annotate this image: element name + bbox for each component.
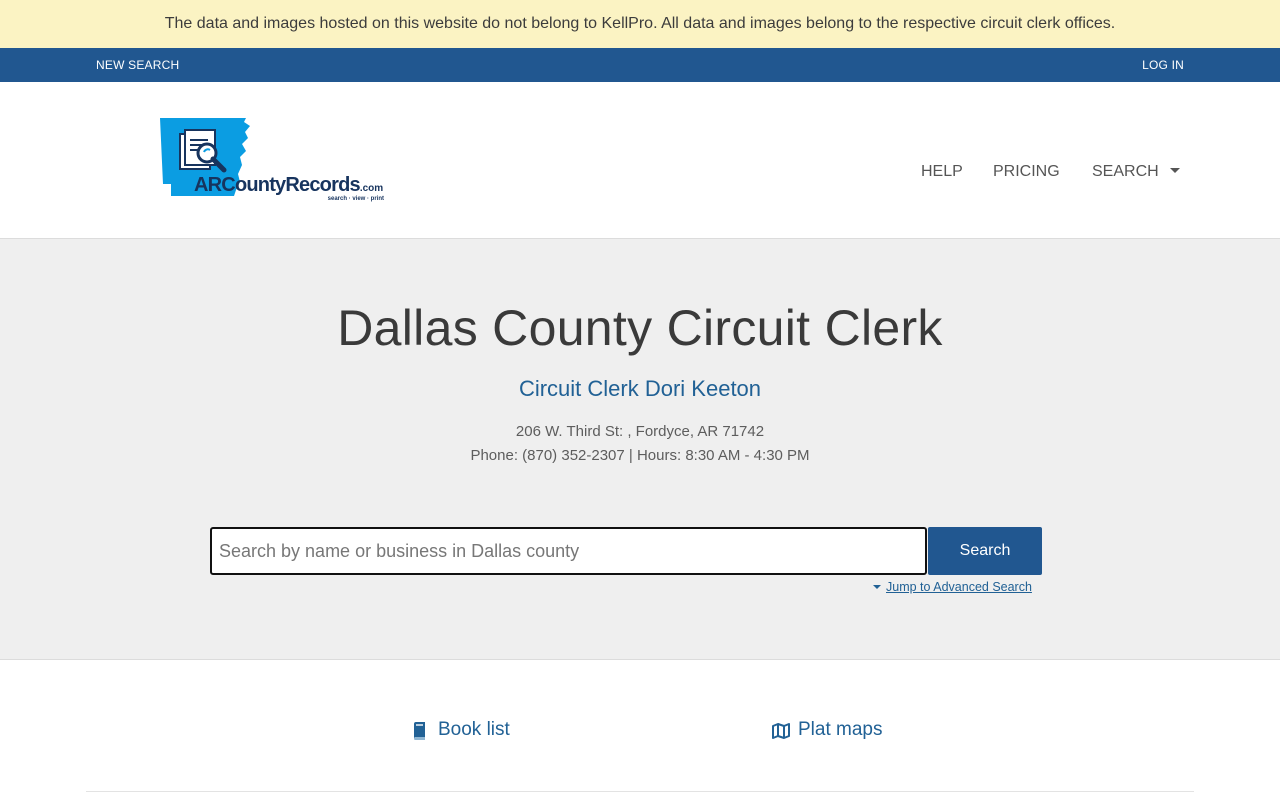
help-nav-link[interactable]: HELP bbox=[921, 162, 963, 182]
office-contact-hours: Phone: (870) 352-2307 | Hours: 8:30 AM -… bbox=[470, 447, 810, 464]
plat-maps-label: Plat maps bbox=[798, 719, 883, 740]
county-search-hero: Dallas County Circuit Clerk Circuit Cler… bbox=[0, 239, 1280, 660]
map-icon bbox=[772, 723, 790, 739]
logo-wordmark: ARCountyRecords.com bbox=[194, 174, 384, 196]
disclaimer-banner: The data and images hosted on this websi… bbox=[0, 0, 1280, 48]
pricing-nav-link[interactable]: PRICING bbox=[993, 162, 1060, 182]
disclaimer-text: The data and images hosted on this websi… bbox=[164, 15, 1116, 32]
clerk-name: Circuit Clerk Dori Keeton bbox=[518, 376, 762, 401]
search-button[interactable]: Search bbox=[928, 527, 1042, 575]
search-nav-dropdown[interactable]: SEARCH bbox=[1092, 162, 1181, 182]
section-divider bbox=[86, 791, 1194, 792]
logo-tagline: search · view · print bbox=[327, 196, 384, 202]
log-in-link[interactable]: LOG IN bbox=[1142, 48, 1184, 82]
office-address: 206 W. Third St: , Fordyce, AR 71742 bbox=[515, 423, 765, 440]
new-search-link[interactable]: NEW SEARCH bbox=[96, 48, 179, 82]
book-list-label: Book list bbox=[438, 719, 510, 740]
advanced-search-link[interactable]: Jump to Advanced Search bbox=[873, 580, 1032, 594]
top-navigation-bar: NEW SEARCH LOG IN bbox=[0, 48, 1280, 82]
book-icon bbox=[414, 722, 425, 740]
site-header: ARCountyRecords.com search · view · prin… bbox=[0, 82, 1280, 239]
search-nav-label: SEARCH bbox=[1092, 163, 1159, 180]
page-title: Dallas County Circuit Clerk bbox=[337, 300, 943, 356]
caret-down-icon bbox=[1170, 168, 1181, 173]
caret-down-icon bbox=[873, 585, 881, 589]
arcountyrecords-logo[interactable]: ARCountyRecords.com search · view · prin… bbox=[160, 118, 386, 202]
advanced-search-label: Jump to Advanced Search bbox=[886, 580, 1032, 594]
county-search-input[interactable] bbox=[210, 527, 927, 575]
